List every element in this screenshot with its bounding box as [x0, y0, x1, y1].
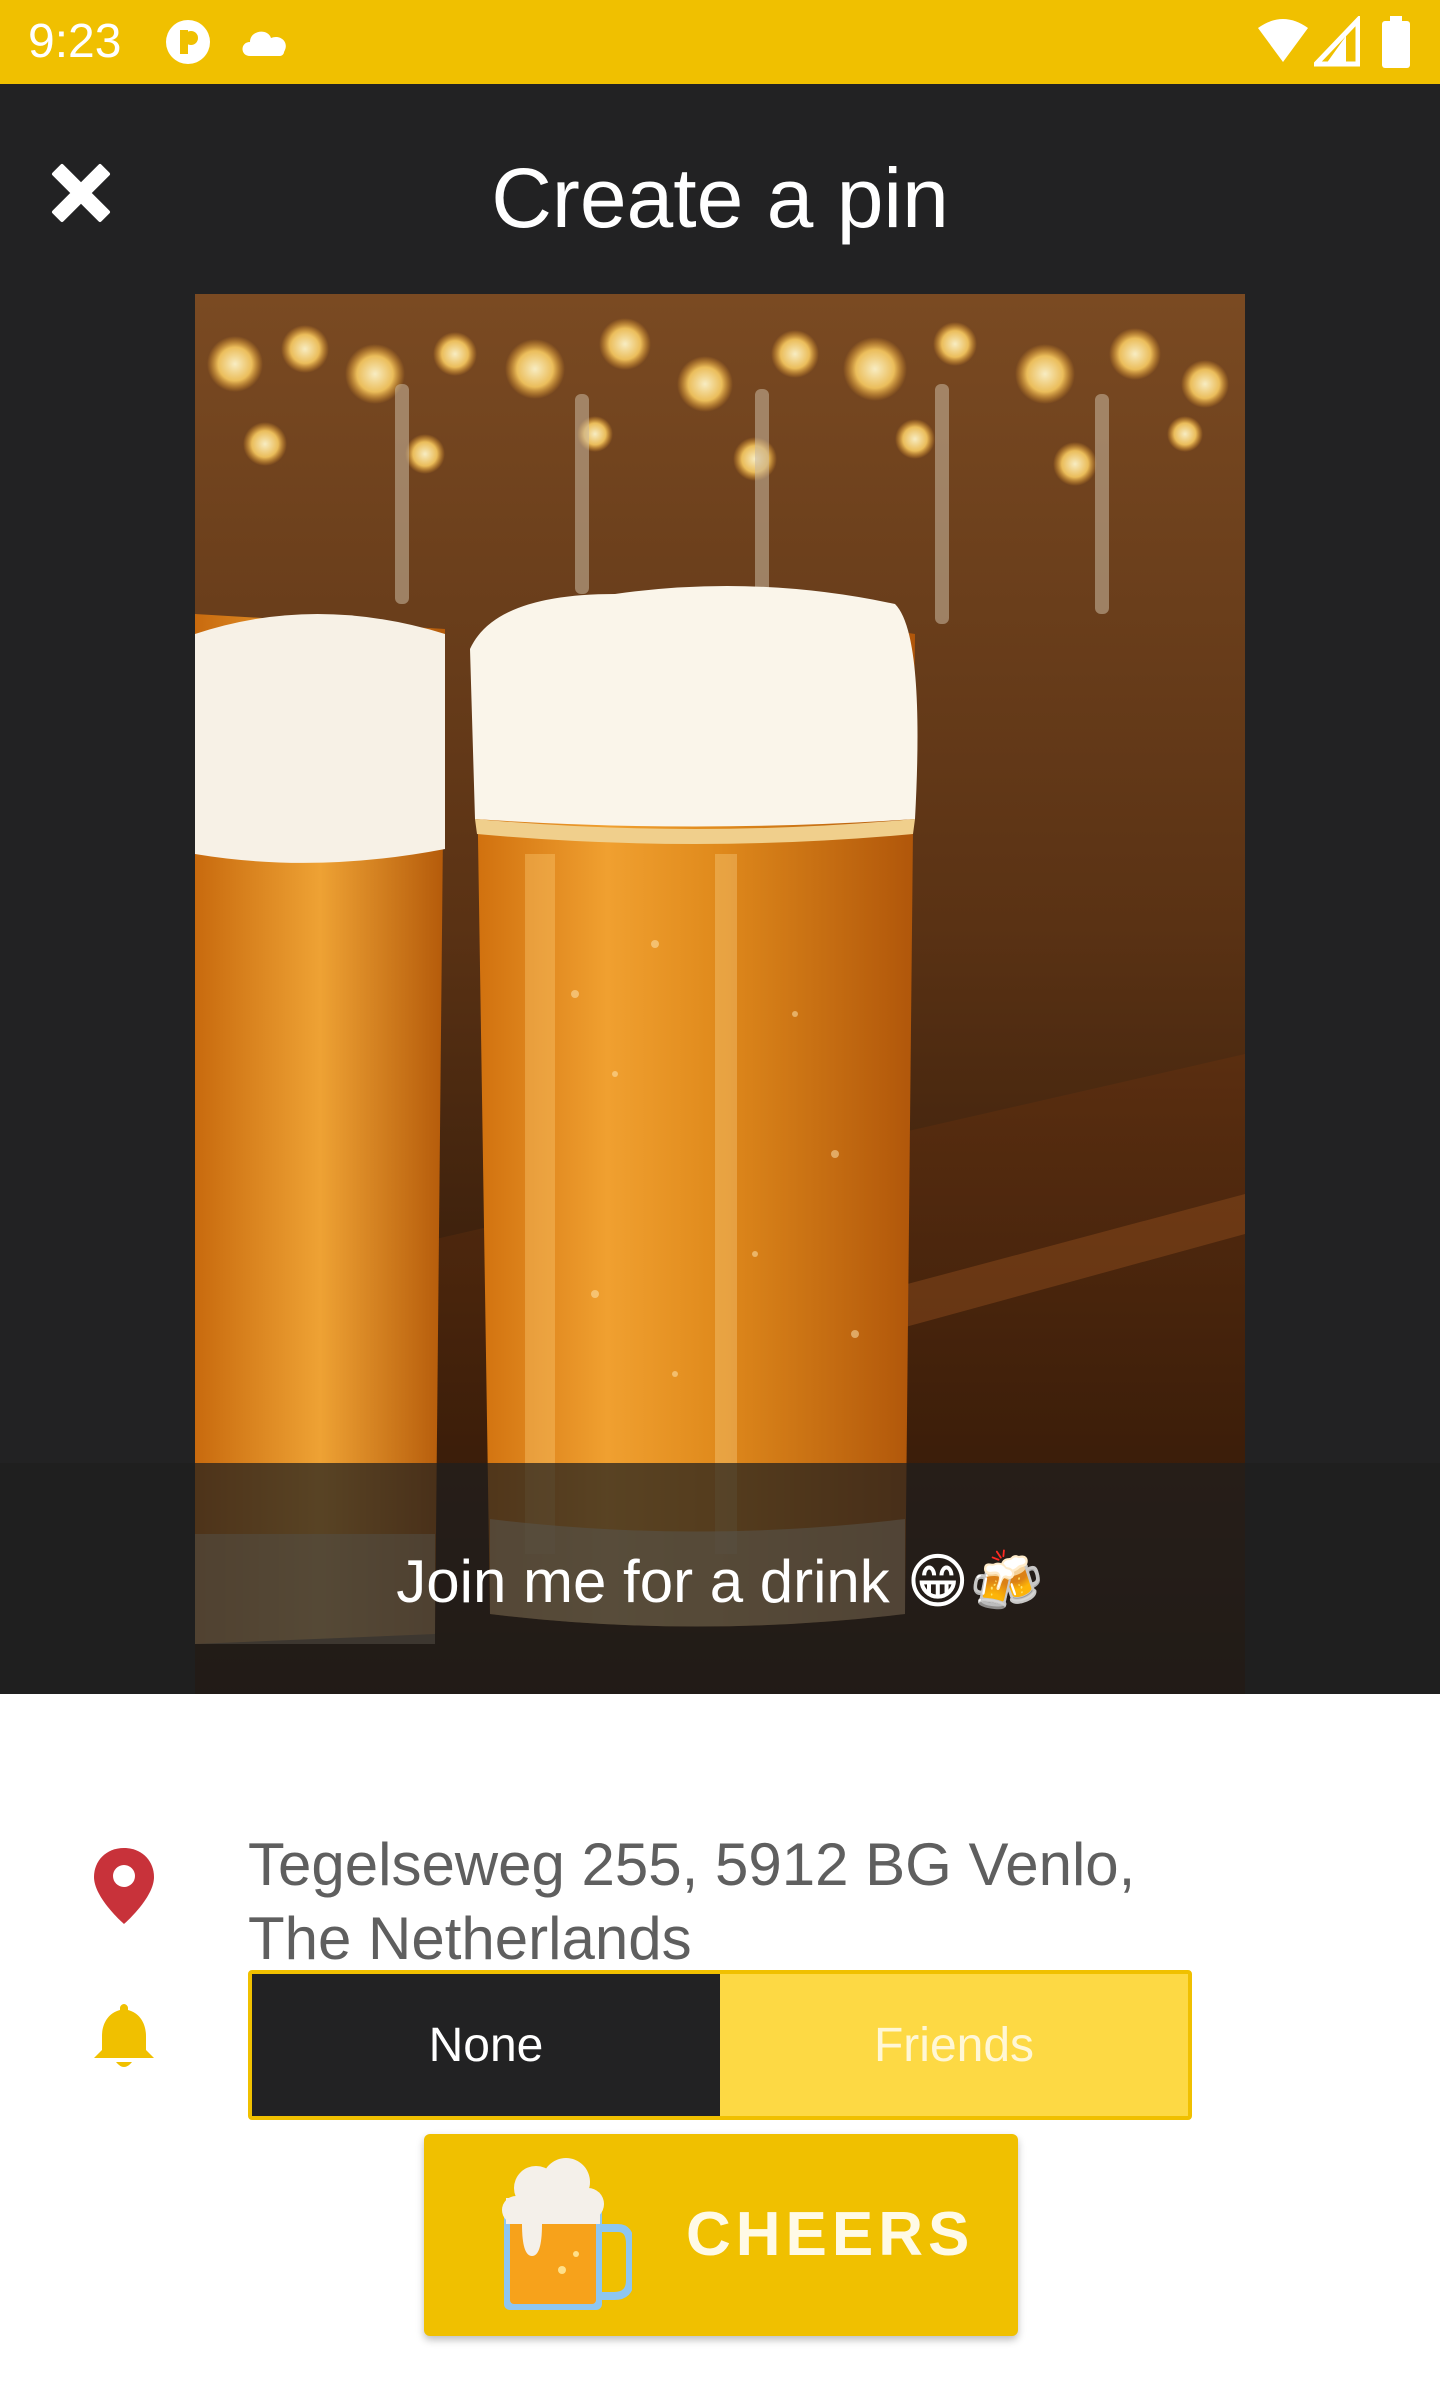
- visibility-toggle[interactable]: None Friends: [248, 1970, 1192, 2120]
- location-pin-icon: [94, 1848, 154, 1924]
- app-notification-icon: [166, 20, 210, 64]
- bell-icon: [94, 2004, 154, 2067]
- beer-mug-icon: [502, 2158, 632, 2310]
- signal-icon: [1314, 16, 1360, 67]
- cheers-button[interactable]: CHEERS: [424, 2134, 1018, 2336]
- visibility-option-none[interactable]: None: [252, 1974, 720, 2116]
- address-line-1: Tegelseweg 255, 5912 BG Venlo,: [248, 1831, 1136, 1898]
- cloud-icon: [242, 31, 286, 56]
- battery-icon: [1382, 16, 1410, 68]
- status-time: 9:23: [28, 15, 122, 68]
- pin-address[interactable]: Tegelseweg 255, 5912 BG Venlo, The Nethe…: [248, 1828, 1248, 1976]
- pin-caption[interactable]: Join me for a drink 😁🍻: [0, 1546, 1440, 1617]
- page-title: Create a pin: [491, 151, 949, 245]
- address-line-2: The Netherlands: [248, 1905, 692, 1972]
- visibility-option-friends[interactable]: Friends: [720, 1974, 1188, 2116]
- wifi-icon: [1258, 19, 1308, 62]
- status-bar: 9:23: [0, 0, 1440, 84]
- cheers-label: CHEERS: [686, 2200, 975, 2269]
